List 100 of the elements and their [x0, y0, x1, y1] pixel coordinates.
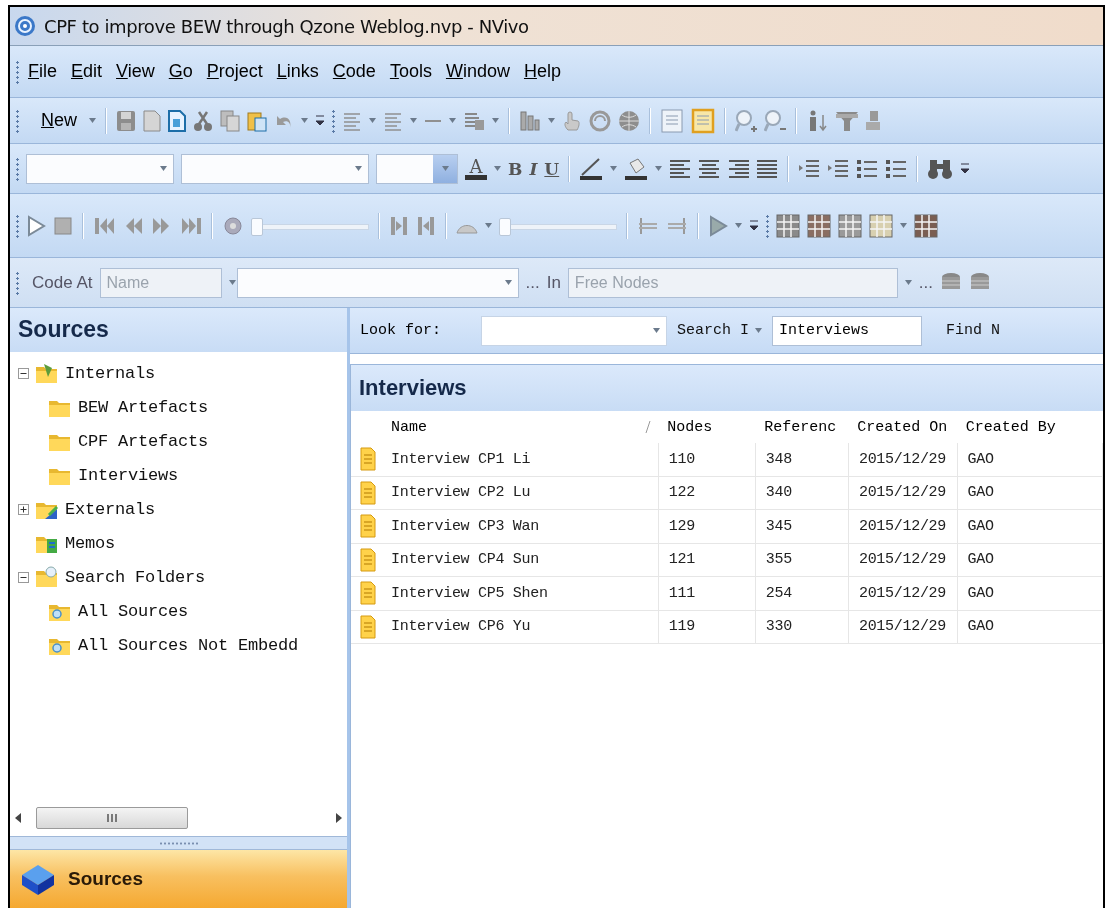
copy-icon[interactable]: [220, 109, 240, 132]
caret-icon[interactable]: [228, 280, 236, 285]
tree-item[interactable]: Search Folders: [65, 567, 206, 587]
zoom-out-icon[interactable]: [764, 108, 786, 133]
menu-item[interactable]: Edit: [66, 59, 108, 84]
caret-icon[interactable]: [900, 223, 907, 228]
overflow-icon[interactable]: [749, 218, 759, 233]
grid-icon[interactable]: [776, 213, 800, 238]
bold-button[interactable]: B: [508, 158, 523, 179]
search-in-button[interactable]: Search I: [677, 322, 763, 339]
menu-item[interactable]: View: [111, 59, 160, 84]
browse-button[interactable]: ...: [525, 272, 540, 293]
menu-item[interactable]: File: [23, 59, 62, 84]
numbered-list-icon[interactable]: [885, 157, 908, 180]
hand-icon[interactable]: [562, 109, 582, 132]
caret-icon[interactable]: [485, 223, 492, 228]
paint-bucket-icon[interactable]: [624, 156, 649, 181]
align-lines-icon[interactable]: [698, 157, 721, 180]
scroll-right-icon[interactable]: [335, 813, 343, 823]
tree-item[interactable]: CPF Artefacts: [78, 431, 209, 451]
font-color-button[interactable]: A: [465, 157, 487, 180]
stamp-icon[interactable]: [866, 108, 880, 133]
font-name-field[interactable]: [181, 153, 369, 184]
menu-item[interactable]: Go: [163, 59, 198, 84]
menu-item[interactable]: Help: [518, 59, 566, 84]
caret-icon[interactable]: [441, 166, 449, 171]
scissors-icon[interactable]: [193, 109, 213, 132]
lines-icon[interactable]: [383, 110, 403, 131]
caret-icon[interactable]: [610, 166, 618, 171]
caret-icon[interactable]: [449, 118, 456, 123]
stop-icon[interactable]: [53, 214, 73, 237]
caret-icon[interactable]: [548, 118, 555, 123]
grid-icon[interactable]: [914, 213, 938, 238]
column-header[interactable]: Nodes: [667, 418, 713, 436]
look-for-field[interactable]: [481, 315, 667, 346]
pane-layout-icon[interactable]: [660, 107, 684, 134]
caret-icon[interactable]: [492, 118, 499, 123]
overflow-icon[interactable]: [315, 113, 325, 128]
underline-button[interactable]: U: [544, 158, 560, 179]
caret-icon[interactable]: [369, 118, 376, 123]
caret-icon[interactable]: [301, 118, 308, 123]
scrollbar-thumb[interactable]: [36, 807, 188, 829]
caret-icon[interactable]: [410, 118, 417, 123]
table-icon[interactable]: [838, 213, 862, 238]
align-lines-icon[interactable]: [669, 157, 692, 180]
align-lines-icon[interactable]: [756, 157, 779, 180]
globe-icon[interactable]: [618, 109, 640, 132]
caret-icon[interactable]: [755, 328, 763, 333]
caret-icon[interactable]: [89, 118, 96, 123]
align-lines-icon[interactable]: [727, 157, 750, 180]
caret-icon[interactable]: [655, 166, 663, 171]
pane-layout-icon[interactable]: [691, 107, 715, 134]
code-field[interactable]: [236, 267, 519, 298]
location-field[interactable]: Free Nodes: [567, 267, 898, 298]
tree-item[interactable]: Externals: [65, 499, 155, 519]
mark-in-icon[interactable]: [389, 214, 409, 237]
nav-button[interactable]: Sources: [10, 850, 347, 908]
menu-item[interactable]: Tools: [384, 59, 437, 84]
play-icon[interactable]: [708, 214, 728, 237]
column-header[interactable]: Name: [391, 418, 427, 436]
menu-item[interactable]: Project: [201, 59, 268, 84]
font-size-field[interactable]: [376, 153, 458, 184]
tree-item[interactable]: All Sources: [78, 601, 189, 621]
indent-icon[interactable]: [827, 157, 850, 180]
tree-item[interactable]: Interviews: [78, 465, 179, 485]
outdent-icon[interactable]: [798, 157, 821, 180]
collapse-icon[interactable]: [18, 571, 29, 583]
browse-button[interactable]: ...: [918, 272, 934, 293]
overflow-icon[interactable]: [960, 161, 971, 176]
swirl-icon[interactable]: [589, 109, 611, 132]
tree-item[interactable]: All Sources Not Embedd: [78, 635, 299, 655]
bullet-list-icon[interactable]: [856, 157, 879, 180]
scroll-left-icon[interactable]: [14, 813, 22, 823]
caret-icon[interactable]: [355, 166, 362, 171]
caret-icon[interactable]: [653, 328, 660, 333]
mark-out-icon[interactable]: [416, 214, 436, 237]
caret-icon[interactable]: [504, 280, 512, 285]
expand-icon[interactable]: [18, 503, 29, 515]
grid-icon[interactable]: [807, 213, 831, 238]
font-field[interactable]: [26, 153, 174, 184]
menu-item[interactable]: Code: [327, 59, 381, 84]
menu-item[interactable]: Links: [271, 59, 324, 84]
name-field[interactable]: Name: [99, 267, 222, 298]
clipboard-icon[interactable]: [247, 109, 267, 132]
page-icon[interactable]: [143, 109, 161, 132]
slider-thumb[interactable]: [251, 217, 263, 236]
column-header[interactable]: Created On: [857, 418, 948, 436]
italic-button[interactable]: I: [529, 158, 538, 179]
caret-icon[interactable]: [735, 223, 742, 228]
collapse-icon[interactable]: [18, 367, 29, 379]
bars-icon[interactable]: [519, 109, 541, 132]
tree-item[interactable]: Memos: [65, 533, 115, 553]
find-button[interactable]: Find N: [946, 322, 1001, 339]
caret-icon[interactable]: [494, 166, 501, 171]
document-icon[interactable]: [168, 109, 186, 132]
column-header[interactable]: Referenc: [764, 418, 837, 436]
zoom-in-icon[interactable]: [735, 108, 757, 133]
grid-icon[interactable]: [869, 213, 893, 238]
new-button[interactable]: New: [36, 108, 82, 133]
menu-item[interactable]: Window: [440, 59, 515, 84]
